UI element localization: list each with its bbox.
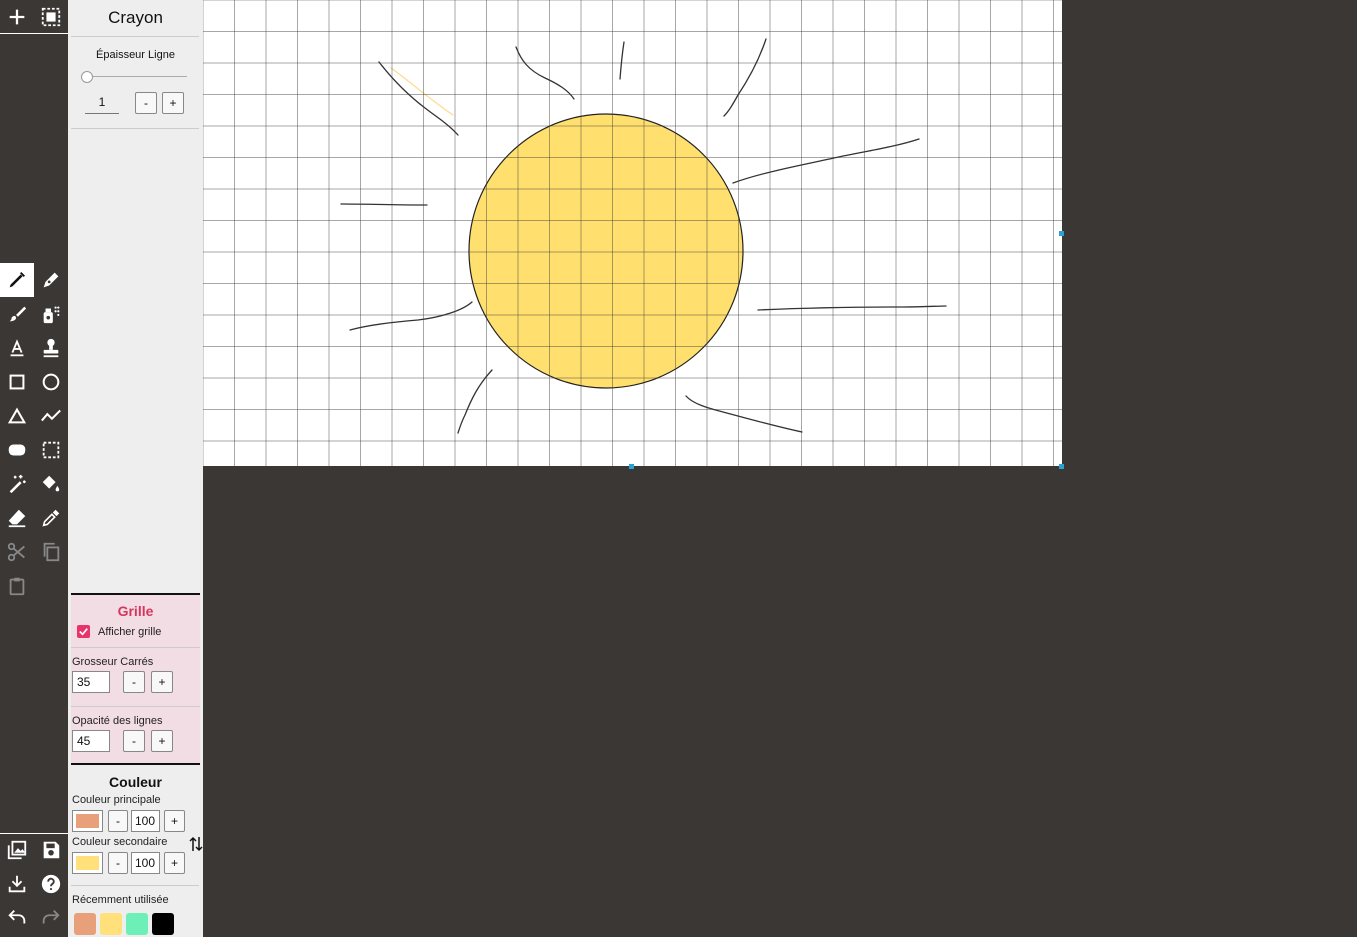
secondary-opacity-input[interactable]: 100 (131, 852, 160, 874)
recent-color-swatch[interactable] (74, 913, 96, 935)
magic-wand-icon[interactable] (0, 467, 34, 501)
divider (71, 36, 199, 37)
divider (71, 763, 200, 765)
circle-icon[interactable] (34, 365, 68, 399)
text-icon[interactable] (0, 331, 34, 365)
line-opacity-plus-button[interactable]: + (151, 730, 173, 752)
recent-color-swatch[interactable] (152, 913, 174, 935)
secondary-opacity-plus-button[interactable]: + (164, 852, 185, 874)
brush-icon[interactable] (0, 297, 34, 331)
resize-handle-right[interactable] (1059, 231, 1064, 236)
options-panel: Crayon Épaisseur Ligne 1 - + Grille Affi… (68, 0, 203, 937)
sun-ray (732, 138, 920, 184)
sun-ray (340, 203, 428, 206)
select-all-icon[interactable] (34, 0, 68, 34)
slider-thumb[interactable] (81, 71, 93, 83)
tool-title: Crayon (108, 8, 163, 27)
line-opacity-label: Opacité des lignes (72, 715, 163, 727)
resize-handle-bottom[interactable] (629, 464, 634, 469)
secondary-opacity-minus-button[interactable]: - (108, 852, 128, 874)
square-size-label: Grosseur Carrés (72, 656, 154, 668)
pen-icon[interactable] (34, 263, 68, 297)
cut-icon[interactable] (0, 535, 34, 569)
line-opacity-minus-button[interactable]: - (123, 730, 145, 752)
sun-ray (723, 38, 767, 117)
toolbar (0, 0, 68, 937)
toolbar-divider (0, 33, 68, 34)
primary-opacity-input[interactable]: 100 (131, 810, 160, 832)
divider (71, 885, 199, 886)
grid-title: Grille (117, 603, 154, 619)
drawing-canvas[interactable] (202, 0, 1062, 466)
primary-opacity-plus-button[interactable]: + (164, 810, 185, 832)
secondary-color-picker[interactable] (72, 852, 103, 874)
add-icon[interactable] (0, 0, 34, 34)
square-size-minus-button[interactable]: - (123, 671, 145, 693)
rounded-rectangle-icon[interactable] (0, 433, 34, 467)
secondary-color-swatch (76, 856, 99, 870)
primary-color-label: Couleur principale (72, 794, 161, 806)
eraser-icon[interactable] (0, 501, 34, 535)
sun-ray (378, 61, 459, 136)
thickness-value[interactable]: 1 (85, 95, 119, 114)
thickness-label: Épaisseur Ligne (96, 49, 175, 61)
sun-ray (757, 305, 947, 311)
square-size-plus-button[interactable]: + (151, 671, 173, 693)
recent-color-swatch[interactable] (126, 913, 148, 935)
recent-color-swatch[interactable] (100, 913, 122, 935)
sun-ray (685, 395, 803, 433)
show-grid-checkbox[interactable] (77, 625, 90, 638)
divider (71, 706, 200, 707)
spray-icon[interactable] (34, 297, 68, 331)
redo-icon[interactable] (34, 901, 68, 935)
recent-colors-label: Récemment utilisée (72, 894, 169, 906)
sun-ray (619, 41, 625, 80)
undo-icon[interactable] (0, 901, 34, 935)
image-icon[interactable] (0, 833, 34, 867)
copy-icon[interactable] (34, 535, 68, 569)
selection-icon[interactable] (34, 433, 68, 467)
primary-opacity-minus-button[interactable]: - (108, 810, 128, 832)
polyline-icon[interactable] (34, 399, 68, 433)
paste-icon[interactable] (0, 569, 34, 603)
color-title: Couleur (109, 774, 162, 790)
show-grid-label: Afficher grille (98, 626, 162, 638)
save-icon[interactable] (34, 833, 68, 867)
triangle-icon[interactable] (0, 399, 34, 433)
sun-ray (515, 46, 575, 100)
eyedropper-icon[interactable] (34, 501, 68, 535)
resize-handle-corner[interactable] (1059, 464, 1064, 469)
divider (71, 128, 199, 129)
sun-ray-highlight (390, 67, 454, 116)
pencil-icon[interactable] (0, 263, 34, 297)
thickness-plus-button[interactable]: + (162, 92, 184, 114)
swap-colors-icon[interactable] (189, 835, 203, 853)
grid-section: Grille Afficher grille Grosseur Carrés 3… (71, 593, 200, 765)
fill-bucket-icon[interactable] (34, 467, 68, 501)
primary-color-picker[interactable] (72, 810, 103, 832)
help-icon[interactable] (34, 867, 68, 901)
sun-ray (349, 301, 473, 331)
square-size-input[interactable]: 35 (72, 671, 110, 693)
rectangle-icon[interactable] (0, 365, 34, 399)
canvas-drawing (202, 0, 1062, 466)
secondary-color-label: Couleur secondaire (72, 836, 168, 848)
thickness-slider[interactable] (81, 71, 187, 83)
line-opacity-input[interactable]: 45 (72, 730, 110, 752)
stamp-icon[interactable] (34, 331, 68, 365)
primary-color-swatch (76, 814, 99, 828)
thickness-minus-button[interactable]: - (135, 92, 157, 114)
divider (71, 647, 200, 648)
download-icon[interactable] (0, 867, 34, 901)
